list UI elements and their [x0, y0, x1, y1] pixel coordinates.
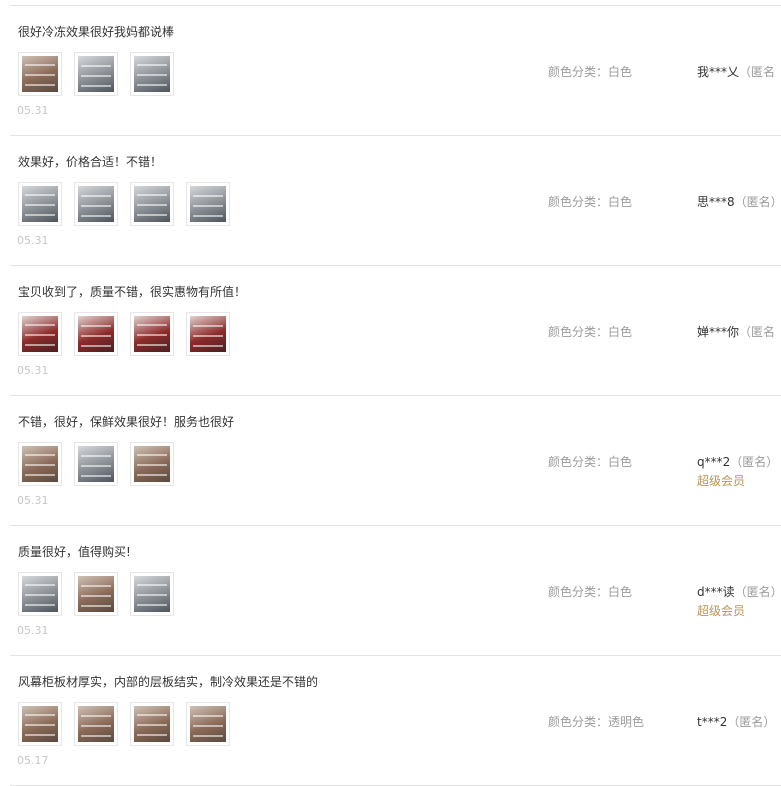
anonymous-tag: （匿名） [734, 195, 781, 209]
sku-info: 颜色分类：透明色 [548, 715, 645, 729]
review-photo-thumbnail[interactable] [18, 182, 62, 226]
photo-image [78, 446, 114, 482]
photo-image [22, 446, 58, 482]
review-photo-thumbnail[interactable] [18, 702, 62, 746]
review-content: 风幕柜板材厚实，内部的层板结实，制冷效果还是不错的 [18, 675, 319, 689]
review-photo-thumbnail[interactable] [74, 702, 118, 746]
photo-image [78, 56, 114, 92]
review-photos [18, 572, 186, 618]
anonymous-tag: （匿名 [739, 325, 776, 339]
photo-image [78, 316, 114, 352]
photo-image [134, 706, 170, 742]
review-content: 很好冷冻效果很好我妈都说棒 [18, 25, 175, 39]
review-content: 宝贝收到了，质量不错，很实惠物有所值！ [18, 285, 247, 299]
review-photo-thumbnail[interactable] [186, 312, 230, 356]
review-item: 不错，很好，保鲜效果很好！服务也很好 05.31 颜色分类：白色 q***2（匿名） 超… [10, 396, 781, 526]
reviewer-name: d***读 [697, 585, 735, 599]
photo-image [22, 56, 58, 92]
super-member-badge: 超级会员 [697, 474, 746, 488]
sku-info: 颜色分类：白色 [548, 325, 633, 339]
anonymous-tag: （匿名） [734, 585, 781, 599]
review-photos [18, 702, 242, 748]
photo-image [190, 706, 226, 742]
review-content: 效果好，价格合适！不错！ [18, 155, 163, 169]
review-item: 效果好，价格合适！不错！ 05.31 颜色分类：白色 思***8（匿名） [10, 136, 781, 266]
reviewer-name: 我***乂 [697, 65, 740, 79]
review-photo-thumbnail[interactable] [186, 702, 230, 746]
reviewer: 思***8（匿名） [697, 193, 781, 210]
photo-image [22, 706, 58, 742]
review-content: 不错，很好，保鲜效果很好！服务也很好 [18, 415, 235, 429]
review-photo-thumbnail[interactable] [18, 312, 62, 356]
review-item: 质量很好，值得购买! 05.31 颜色分类：白色 d***读（匿名） 超级会员 [10, 526, 781, 656]
super-member-badge: 超级会员 [697, 604, 746, 618]
review-content: 质量很好，值得购买! [18, 545, 131, 559]
reviewer-name: 思***8 [697, 195, 735, 209]
review-item: 很好冷冻效果很好我妈都说棒 05.31 颜色分类：白色 我***乂（匿名 [10, 6, 781, 136]
photo-image [78, 186, 114, 222]
reviewer-name: t***2 [697, 715, 728, 729]
review-photos [18, 442, 186, 488]
review-photo-thumbnail[interactable] [74, 52, 118, 96]
photo-image [22, 316, 58, 352]
review-photo-thumbnail[interactable] [74, 572, 118, 616]
review-photos [18, 52, 186, 98]
reviewer: d***读（匿名） [697, 583, 781, 600]
review-photo-thumbnail[interactable] [130, 182, 174, 226]
review-photo-thumbnail[interactable] [130, 702, 174, 746]
anonymous-tag: （匿名） [730, 455, 779, 469]
reviewer: q***2（匿名） [697, 453, 778, 470]
review-photo-thumbnail[interactable] [18, 572, 62, 616]
review-item: 宝贝收到了，质量不错，很实惠物有所值！ 05.31 颜色分类：白色 婵***你（匿名 [10, 266, 781, 396]
review-photo-thumbnail[interactable] [130, 572, 174, 616]
photo-image [78, 576, 114, 612]
review-photos [18, 182, 242, 228]
sku-info: 颜色分类：白色 [548, 585, 633, 599]
reviewer: 我***乂（匿名 [697, 63, 775, 80]
review-photo-thumbnail[interactable] [74, 442, 118, 486]
review-photo-thumbnail[interactable] [130, 442, 174, 486]
review-photo-thumbnail[interactable] [186, 182, 230, 226]
sku-info: 颜色分类：白色 [548, 455, 633, 469]
review-photo-thumbnail[interactable] [130, 52, 174, 96]
photo-image [190, 316, 226, 352]
reviewer: t***2（匿名） [697, 713, 775, 730]
photo-image [190, 186, 226, 222]
review-photo-thumbnail[interactable] [18, 52, 62, 96]
review-date: 05.31 [17, 494, 49, 507]
photo-image [134, 316, 170, 352]
photo-image [22, 186, 58, 222]
photo-image [78, 706, 114, 742]
review-date: 05.31 [17, 624, 49, 637]
anonymous-tag: （匿名 [739, 65, 776, 79]
review-photo-thumbnail[interactable] [18, 442, 62, 486]
reviewer: 婵***你（匿名 [697, 323, 775, 340]
sku-info: 颜色分类：白色 [548, 65, 633, 79]
photo-image [22, 576, 58, 612]
anonymous-tag: （匿名） [727, 715, 776, 729]
review-photos [18, 312, 242, 358]
review-date: 05.31 [17, 104, 49, 117]
review-date: 05.17 [17, 754, 49, 767]
review-photo-thumbnail[interactable] [74, 312, 118, 356]
photo-image [134, 446, 170, 482]
review-date: 05.31 [17, 234, 49, 247]
photo-image [134, 186, 170, 222]
sku-info: 颜色分类：白色 [548, 195, 633, 209]
photo-image [134, 56, 170, 92]
reviewer-name: q***2 [697, 455, 731, 469]
reviewer-name: 婵***你 [697, 325, 740, 339]
review-date: 05.31 [17, 364, 49, 377]
photo-image [134, 576, 170, 612]
review-photo-thumbnail[interactable] [74, 182, 118, 226]
review-photo-thumbnail[interactable] [130, 312, 174, 356]
